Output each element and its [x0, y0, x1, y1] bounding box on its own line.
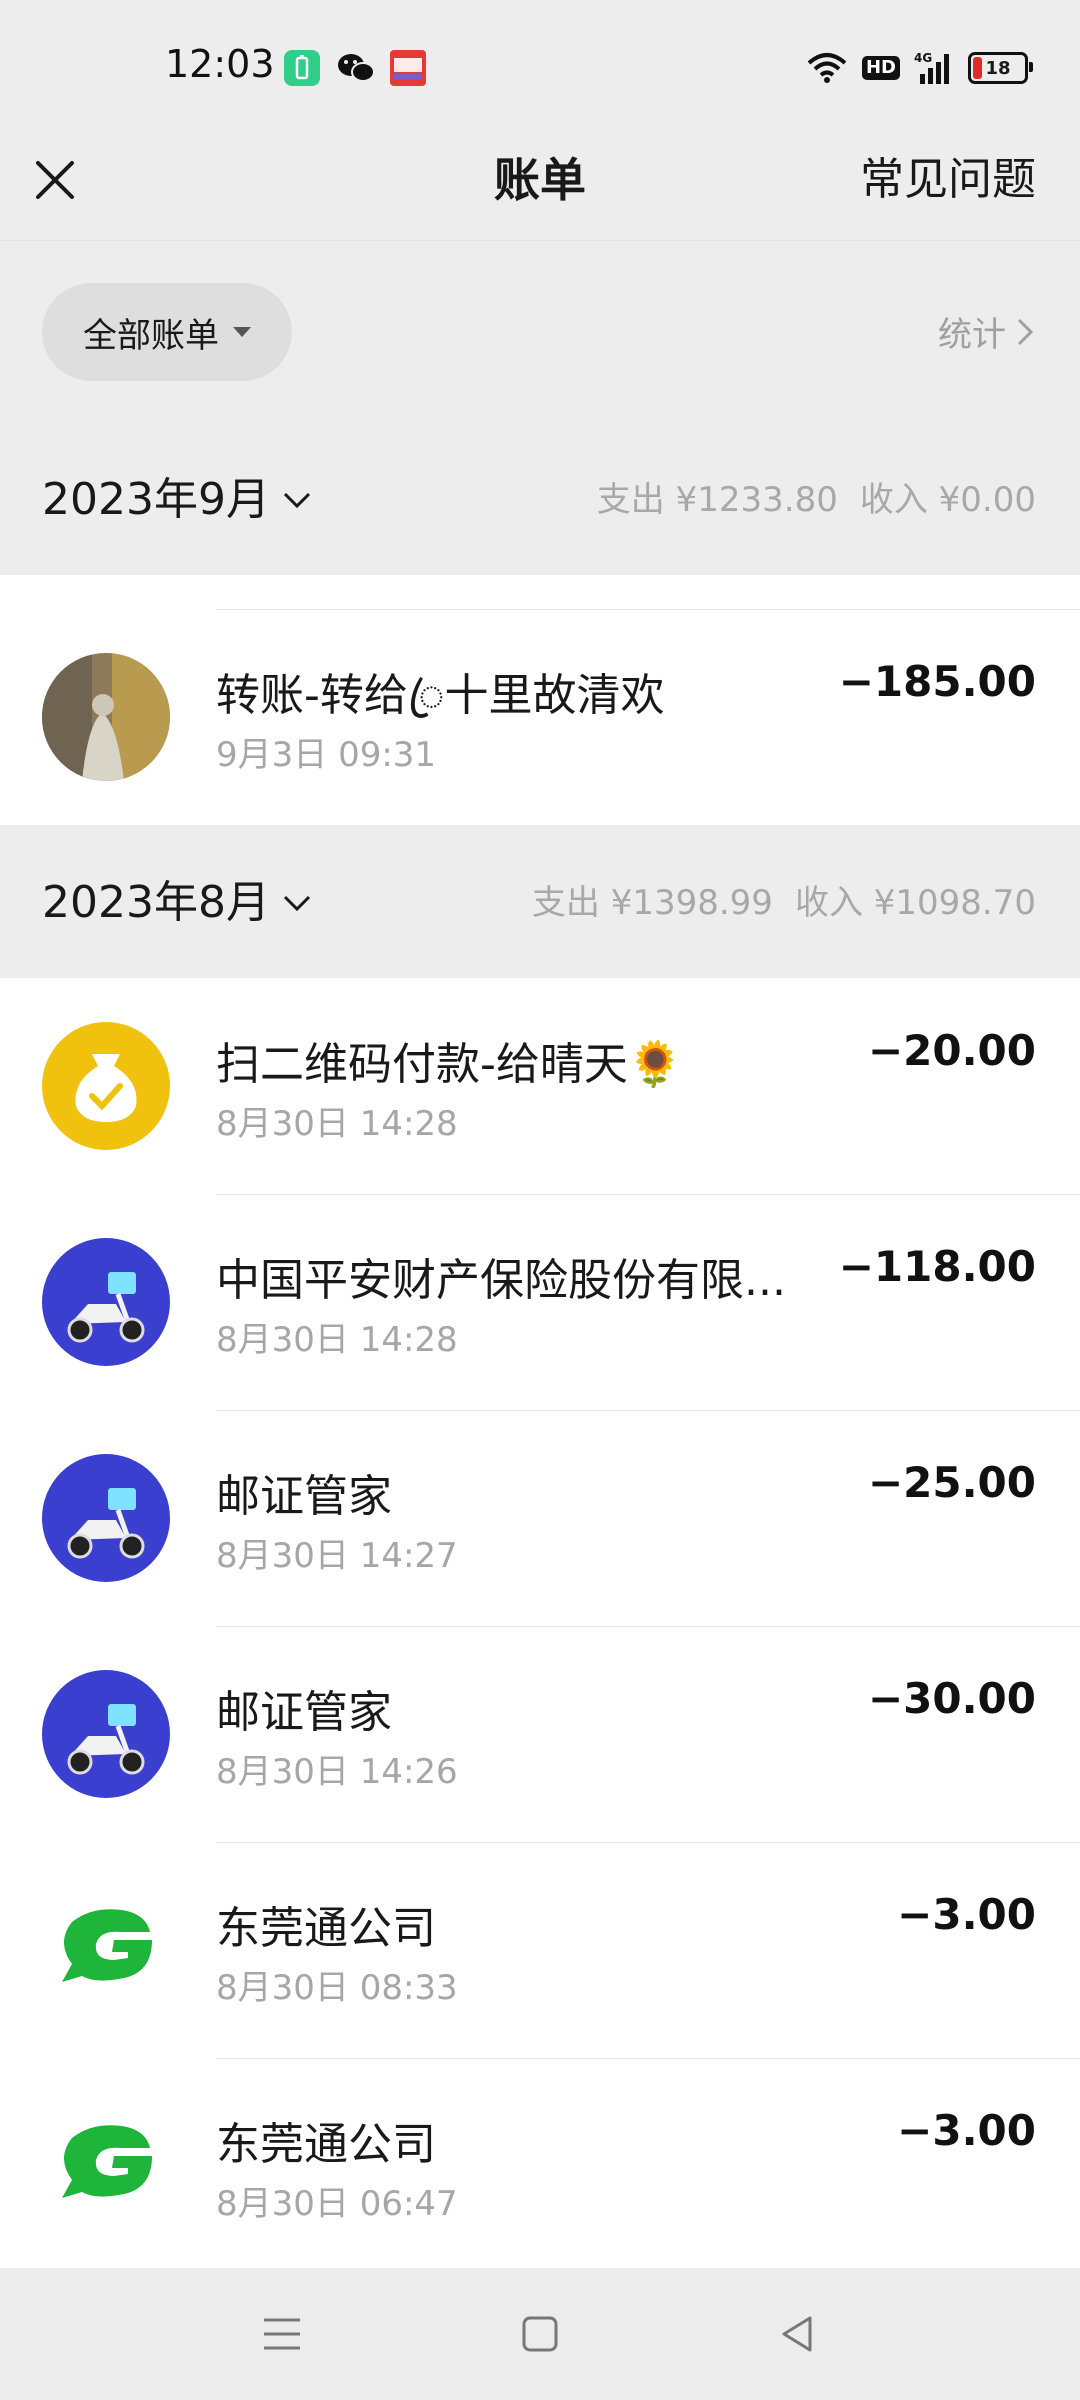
transaction-row[interactable]: 邮证管家 8月30日 14:26 −30.00: [0, 1626, 1080, 1842]
bill-filter-dropdown[interactable]: 全部账单: [42, 283, 292, 381]
wechat-app-icon: [336, 50, 375, 86]
transaction-row[interactable]: 中国平安财产保险股份有限... 8月30日 14:28 −118.00: [0, 1194, 1080, 1410]
transaction-row[interactable]: 东莞通公司 8月30日 06:47 −3.00: [0, 2058, 1080, 2274]
statistics-link[interactable]: 统计: [938, 307, 1034, 356]
transaction-list-august: 扫二维码付款-给晴天🌻 8月30日 14:28 −20.00 中国平安财产保险股…: [0, 978, 1080, 2268]
transaction-title: 中国平安财产保险股份有限...: [216, 1255, 786, 1306]
divider: [216, 1842, 1080, 1843]
month-header-september[interactable]: 2023年9月 支出 ¥1233.80 收入 ¥0.00: [0, 425, 1080, 575]
transaction-row[interactable]: 扫二维码付款-给晴天🌻 8月30日 14:28 −20.00: [0, 978, 1080, 1194]
money-bag-icon: [42, 1022, 170, 1150]
month-selector[interactable]: 2023年8月: [42, 828, 312, 978]
wifi-icon: [807, 53, 847, 83]
month-expense: 支出 ¥1398.99: [531, 883, 773, 923]
transaction-title: 东莞通公司: [216, 2119, 436, 2170]
divider: [216, 609, 1080, 610]
month-label: 2023年8月: [42, 877, 270, 928]
battery-saver-app-icon: [284, 50, 320, 86]
caret-down-icon: [233, 327, 251, 337]
chevron-right-icon: [1017, 318, 1034, 345]
month-summary: 支出 ¥1398.99 收入 ¥1098.70: [510, 828, 1036, 978]
month-income: 收入 ¥0.00: [859, 480, 1036, 520]
month-header-august[interactable]: 2023年8月 支出 ¥1398.99 收入 ¥1098.70: [0, 828, 1080, 978]
battery-level: 18: [985, 57, 1011, 79]
transaction-list-september: 转账-转给ꦿ十里故清欢 9月3日 09:31 −185.00: [0, 575, 1080, 825]
transaction-row[interactable]: 邮证管家 8月30日 14:27 −25.00: [0, 1410, 1080, 1626]
scooter-icon: [42, 1454, 170, 1582]
home-icon[interactable]: [512, 2306, 568, 2362]
month-selector[interactable]: 2023年9月: [42, 425, 312, 575]
transaction-amount: −20.00: [867, 1026, 1036, 1075]
transaction-title: 邮证管家: [216, 1687, 392, 1738]
transaction-time: 8月30日 14:26: [216, 1752, 458, 1792]
status-time: 12:03: [165, 42, 275, 86]
status-indicators: HD 4G 18: [806, 48, 1033, 88]
transaction-time: 9月3日 09:31: [216, 735, 437, 775]
divider: [216, 1626, 1080, 1627]
toutiao-app-icon: [390, 50, 426, 86]
bill-filter-label: 全部账单: [83, 315, 219, 356]
transaction-row[interactable]: 转账-转给ꦿ十里故清欢 9月3日 09:31 −185.00: [0, 609, 1080, 825]
filter-bar: 全部账单 统计: [0, 240, 1080, 427]
transaction-amount: −118.00: [838, 1242, 1036, 1291]
close-icon[interactable]: [30, 155, 80, 205]
transaction-row[interactable]: 东莞通公司 8月30日 08:33 −3.00: [0, 1842, 1080, 2058]
transaction-time: 8月30日 06:47: [216, 2184, 458, 2224]
transaction-time: 8月30日 14:28: [216, 1320, 458, 1360]
faq-button[interactable]: 常见问题: [860, 145, 1036, 215]
transaction-amount: −25.00: [867, 1458, 1036, 1507]
divider: [216, 1194, 1080, 1195]
transaction-time: 8月30日 14:27: [216, 1536, 458, 1576]
top-nav-bar: 账单 常见问题: [0, 135, 1080, 240]
dongguantong-logo: [42, 1886, 170, 2014]
chevron-down-icon: [283, 895, 311, 912]
menu-icon[interactable]: [254, 2306, 310, 2362]
scooter-icon: [42, 1238, 170, 1366]
signal-icon: 4G: [914, 51, 949, 84]
transaction-title: 邮证管家: [216, 1471, 392, 1522]
month-summary: 支出 ¥1233.80 收入 ¥0.00: [575, 425, 1036, 575]
transaction-amount: −3.00: [897, 2106, 1036, 2155]
dongguantong-logo: [42, 2102, 170, 2230]
photo-avatar: [42, 653, 170, 781]
back-icon[interactable]: [770, 2306, 826, 2362]
month-expense: 支出 ¥1233.80: [596, 480, 838, 520]
svg-text:4G: 4G: [914, 51, 932, 65]
chevron-down-icon: [283, 492, 311, 509]
transaction-amount: −30.00: [867, 1674, 1036, 1723]
month-label: 2023年9月: [42, 474, 270, 525]
hd-icon: HD: [861, 56, 900, 80]
divider: [216, 1410, 1080, 1411]
transaction-title: 扫二维码付款-给晴天🌻: [216, 1039, 683, 1090]
month-income: 收入 ¥1098.70: [794, 883, 1036, 923]
transaction-time: 8月30日 08:33: [216, 1968, 458, 2008]
statistics-label: 统计: [938, 315, 1006, 355]
divider: [216, 2058, 1080, 2059]
system-navigation-bar: [0, 2268, 1080, 2400]
transaction-amount: −3.00: [897, 1890, 1036, 1939]
transaction-amount: −185.00: [838, 657, 1036, 706]
transaction-title: 东莞通公司: [216, 1903, 436, 1954]
transaction-time: 8月30日 14:28: [216, 1104, 458, 1144]
battery-icon: 18: [968, 52, 1033, 84]
scooter-icon: [42, 1670, 170, 1798]
status-bar: 12:03 HD 4G 18: [0, 0, 1080, 135]
